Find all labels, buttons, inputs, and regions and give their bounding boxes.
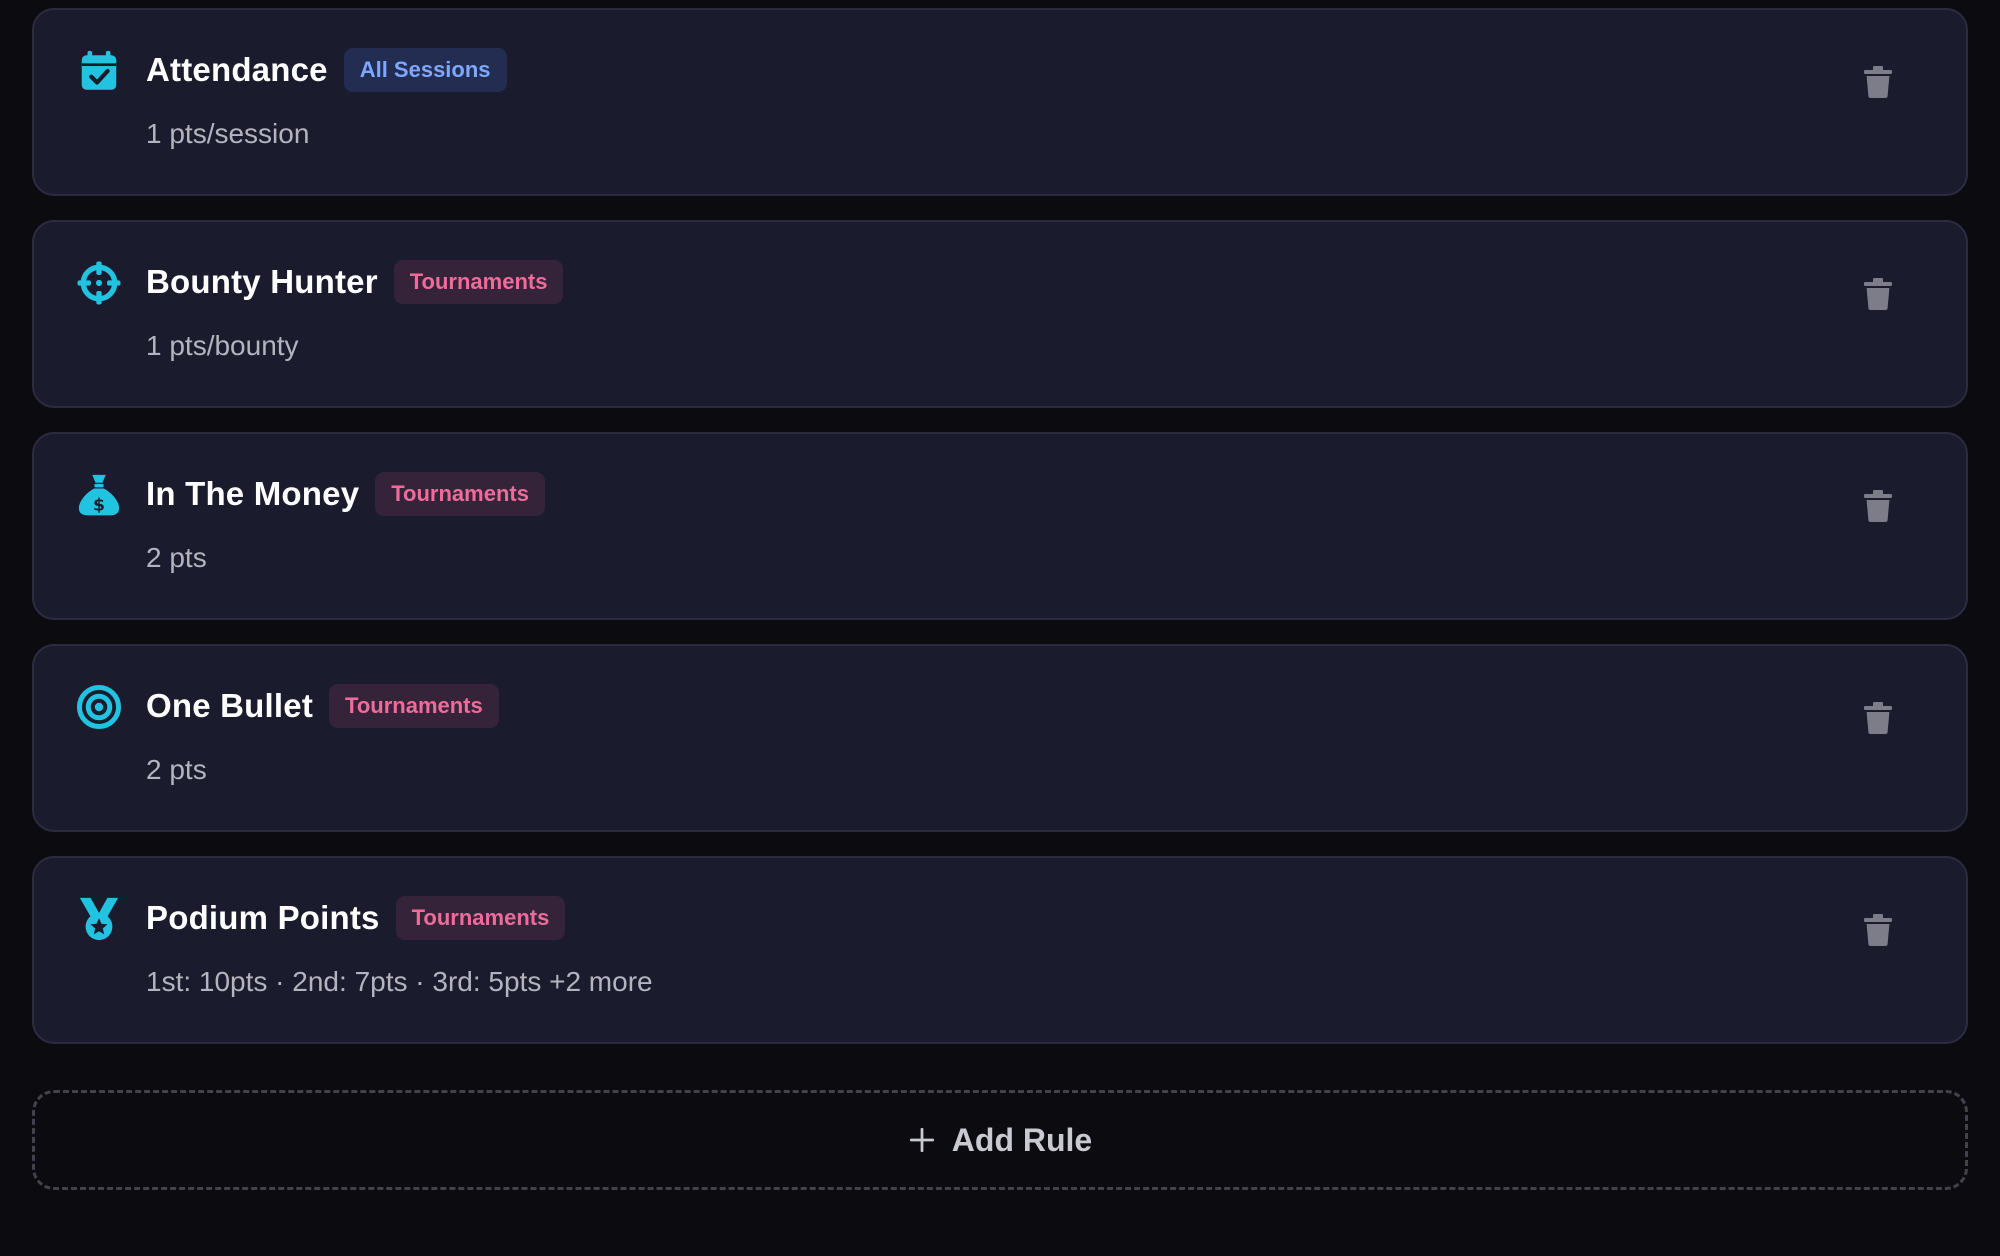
trash-icon (1864, 66, 1892, 98)
rule-card[interactable]: Attendance All Sessions 1 pts/session (32, 8, 1968, 196)
crosshair-icon (76, 260, 122, 306)
calendar-check-icon (76, 48, 122, 94)
rule-title: Attendance (146, 51, 328, 88)
rule-title: Bounty Hunter (146, 263, 378, 300)
delete-rule-button[interactable] (1864, 914, 1892, 946)
add-rule-label: Add Rule (951, 1121, 1093, 1158)
rule-title: One Bullet (146, 687, 314, 724)
rule-scope-badge: All Sessions (343, 48, 507, 92)
rule-title: Podium Points (146, 899, 380, 936)
delete-rule-button[interactable] (1864, 490, 1892, 522)
medal-icon (76, 896, 122, 942)
delete-rule-button[interactable] (1864, 702, 1892, 734)
rule-description: 1 pts/session (146, 118, 310, 149)
svg-text:$: $ (93, 496, 105, 516)
add-rule-button[interactable]: Add Rule (32, 1090, 1968, 1190)
rule-scope-badge: Tournaments (395, 896, 566, 940)
rule-title: In The Money (146, 475, 360, 512)
rule-description: 2 pts (146, 754, 207, 785)
trash-icon (1864, 490, 1892, 522)
rule-card[interactable]: Podium Points Tournaments 1st: 10pts · 2… (32, 856, 1968, 1044)
rule-card[interactable]: One Bullet Tournaments 2 pts (32, 644, 1968, 832)
bullseye-icon (76, 684, 122, 730)
rule-description: 1st: 10pts · 2nd: 7pts · 3rd: 5pts +2 mo… (146, 966, 653, 997)
rule-scope-badge: Tournaments (375, 472, 545, 516)
delete-rule-button[interactable] (1864, 66, 1892, 98)
trash-icon (1864, 702, 1892, 734)
rule-card[interactable]: Bounty Hunter Tournaments 1 pts/bounty (32, 220, 1968, 408)
rules-list: Attendance All Sessions 1 pts/session Bo… (32, 8, 1968, 1068)
rule-card[interactable]: $ In The Money Tournaments 2 pts (32, 432, 1968, 620)
money-bag-icon: $ (76, 472, 122, 518)
delete-rule-button[interactable] (1864, 278, 1892, 310)
rule-description: 1 pts/bounty (146, 330, 299, 361)
trash-icon (1864, 914, 1892, 946)
rule-scope-badge: Tournaments (393, 260, 564, 304)
trash-icon (1864, 278, 1892, 310)
rule-scope-badge: Tournaments (329, 684, 499, 728)
plus-icon (908, 1126, 936, 1154)
rule-description: 2 pts (146, 542, 207, 573)
